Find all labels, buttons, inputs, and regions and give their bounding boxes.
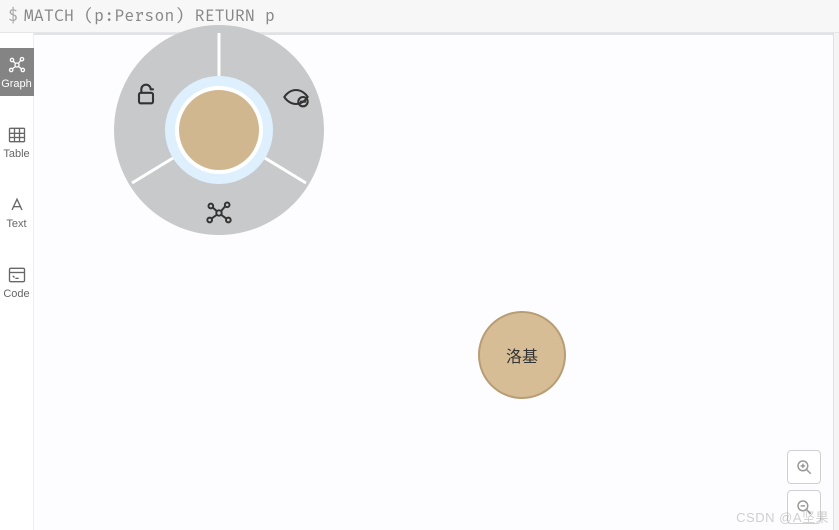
query-text: MATCH (p:Person) RETURN p: [24, 6, 275, 26]
radial-menu: [114, 25, 324, 235]
view-tabs: Graph Table Text Code: [0, 33, 34, 530]
tab-graph-label: Graph: [1, 78, 32, 90]
graph-icon: [7, 55, 27, 75]
table-icon: [7, 125, 27, 145]
graph-node[interactable]: 洛基: [478, 311, 566, 399]
tab-graph[interactable]: Graph: [0, 48, 34, 96]
zoom-controls: [787, 450, 821, 524]
graph-canvas[interactable]: 洛基: [34, 33, 839, 530]
right-gutter: [833, 33, 839, 530]
query-prompt: $: [8, 6, 18, 26]
selected-node[interactable]: [175, 86, 263, 174]
tab-code-label: Code: [3, 288, 29, 300]
zoom-out-button[interactable]: [787, 490, 821, 524]
text-icon: [7, 195, 27, 215]
eye-off-icon[interactable]: [282, 83, 310, 111]
tab-table[interactable]: Table: [0, 118, 34, 166]
node-label: 洛基: [506, 343, 538, 367]
zoom-in-icon: [795, 458, 813, 476]
zoom-in-button[interactable]: [787, 450, 821, 484]
tab-text-label: Text: [6, 218, 26, 230]
code-icon: [7, 265, 27, 285]
result-frame: Graph Table Text Code: [0, 33, 839, 530]
tab-text[interactable]: Text: [0, 188, 34, 236]
tab-table-label: Table: [3, 148, 29, 160]
graph-expand-icon[interactable]: [205, 199, 233, 227]
tab-code[interactable]: Code: [0, 258, 34, 306]
unlock-icon[interactable]: [132, 80, 160, 108]
zoom-out-icon: [795, 498, 813, 516]
